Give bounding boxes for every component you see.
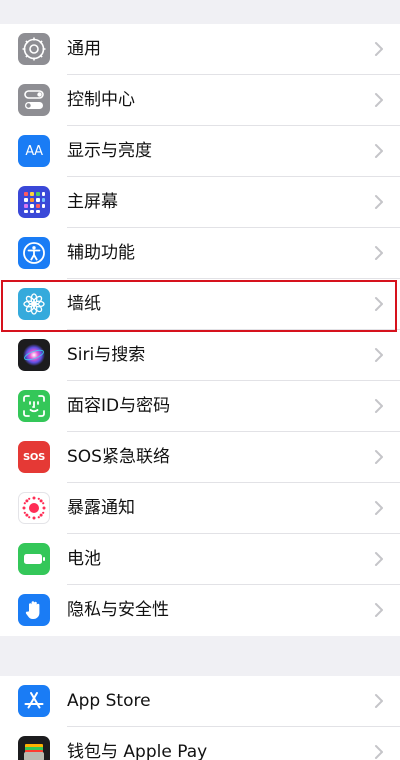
wallet-icon [18,736,50,760]
settings-row-label: 电池 [67,549,101,569]
settings-group-store: App Store 钱包与 Apple Pay [0,676,400,760]
toggles-icon [18,84,50,116]
settings-row-label: 主屏幕 [67,192,118,212]
settings-row-emergency-sos[interactable]: SOS SOS紧急联络 [0,432,400,483]
chevron-right-icon [375,348,383,362]
settings-row-label: 显示与亮度 [67,141,152,161]
chevron-right-icon [375,694,383,708]
settings-row-label: 暴露通知 [67,498,135,518]
chevron-right-icon [375,501,383,515]
settings-row-battery[interactable]: 电池 [0,534,400,585]
settings-row-label: 面容ID与密码 [67,396,171,416]
settings-row-siri-search[interactable]: Siri与搜索 [0,330,400,381]
sos-icon: SOS [18,441,50,473]
group-gap [0,636,400,676]
settings-row-label: 辅助功能 [67,243,135,263]
settings-row-exposure-notifications[interactable]: 暴露通知 [0,483,400,534]
chevron-right-icon [375,399,383,413]
siri-icon [18,339,50,371]
gear-icon [18,33,50,65]
chevron-right-icon [375,246,383,260]
settings-screen: 通用 控制中心 AA 显示与亮度 主屏幕 辅助功能 墙纸 Siri与搜索 面容I… [0,0,400,760]
wallpaper-flower-icon [18,288,50,320]
settings-row-label: Siri与搜索 [67,345,146,365]
settings-row-label: 隐私与安全性 [67,600,169,620]
aa-icon: AA [18,135,50,167]
accessibility-icon [18,237,50,269]
hand-icon [18,594,50,626]
chevron-right-icon [375,195,383,209]
top-spacer [0,0,400,24]
chevron-right-icon [375,745,383,759]
settings-row-general[interactable]: 通用 [0,24,400,75]
chevron-right-icon [375,42,383,56]
chevron-right-icon [375,450,383,464]
settings-row-label: 控制中心 [67,90,135,110]
settings-group-general: 通用 控制中心 AA 显示与亮度 主屏幕 辅助功能 墙纸 Siri与搜索 面容I… [0,24,400,636]
settings-row-app-store[interactable]: App Store [0,676,400,727]
settings-row-accessibility[interactable]: 辅助功能 [0,228,400,279]
settings-row-label: App Store [67,691,151,711]
chevron-right-icon [375,297,383,311]
settings-row-label: 通用 [67,39,101,59]
chevron-right-icon [375,93,383,107]
exposure-notification-icon [18,492,50,524]
battery-icon [18,543,50,575]
settings-row-control-center[interactable]: 控制中心 [0,75,400,126]
settings-row-label: 钱包与 Apple Pay [67,742,208,760]
chevron-right-icon [375,552,383,566]
app-store-icon [18,685,50,717]
chevron-right-icon [375,603,383,617]
home-screen-grid-icon [18,186,50,218]
settings-row-wallet-apple-pay[interactable]: 钱包与 Apple Pay [0,727,400,760]
settings-row-wallpaper[interactable]: 墙纸 [0,279,400,330]
settings-row-display-brightness[interactable]: AA 显示与亮度 [0,126,400,177]
settings-row-home-screen[interactable]: 主屏幕 [0,177,400,228]
face-id-icon [18,390,50,422]
settings-row-label: 墙纸 [67,294,101,314]
settings-row-label: SOS紧急联络 [67,447,170,467]
settings-row-privacy-security[interactable]: 隐私与安全性 [0,585,400,636]
settings-row-face-id-passcode[interactable]: 面容ID与密码 [0,381,400,432]
chevron-right-icon [375,144,383,158]
